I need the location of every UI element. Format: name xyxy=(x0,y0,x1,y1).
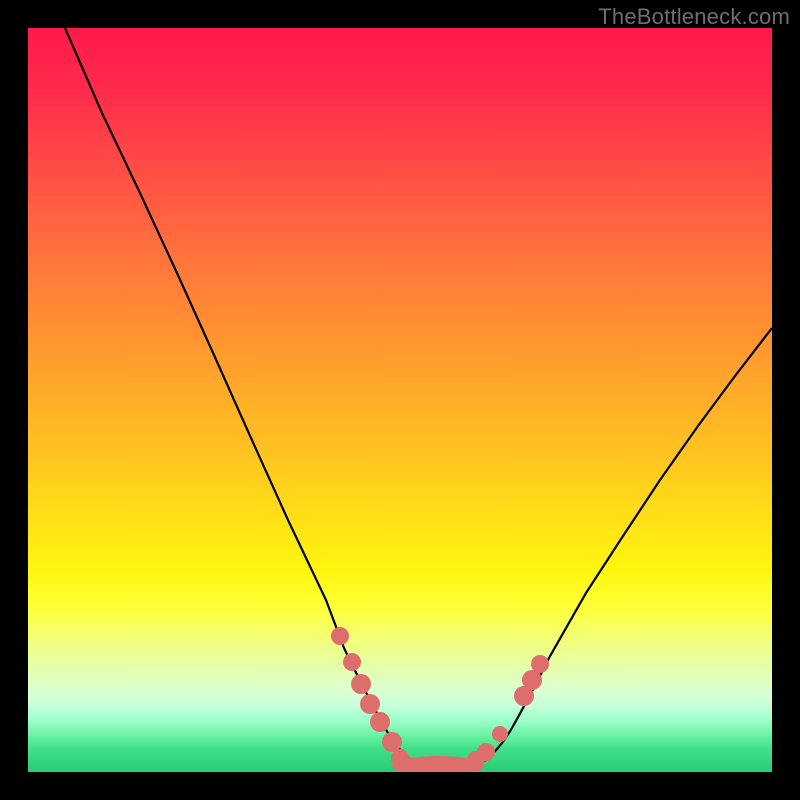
bottleneck-curve xyxy=(65,28,772,772)
marker-dot xyxy=(331,627,349,645)
marker-dot xyxy=(370,712,390,732)
marker-dot xyxy=(343,653,361,671)
marker-dot xyxy=(531,655,549,673)
curve-overlay xyxy=(28,28,772,772)
marker-dot xyxy=(360,694,380,714)
watermark-text: TheBottleneck.com xyxy=(598,4,790,30)
chart-frame: TheBottleneck.com xyxy=(0,0,800,800)
marker-dot xyxy=(522,670,542,690)
marker-dot xyxy=(382,732,402,752)
marker-dot xyxy=(391,749,409,767)
marker-dot xyxy=(351,674,371,694)
marker-dot xyxy=(477,743,495,761)
marker-dot xyxy=(492,726,508,742)
